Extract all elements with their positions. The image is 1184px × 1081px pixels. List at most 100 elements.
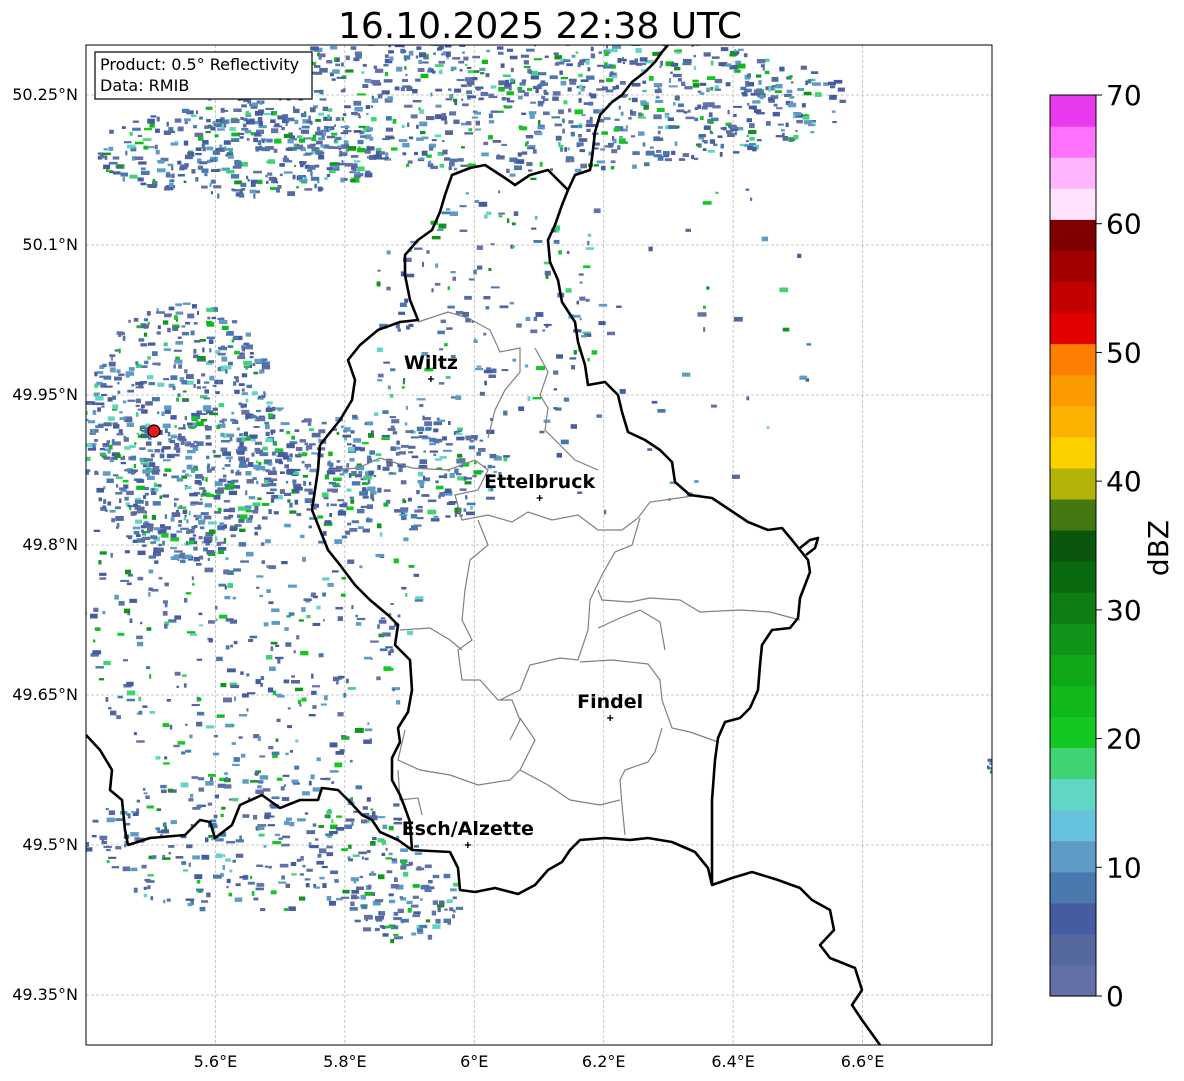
- echo-cell: [386, 286, 391, 291]
- echo-cell: [141, 429, 148, 433]
- echo-cell: [353, 438, 361, 443]
- echo-cell: [273, 148, 278, 153]
- echo-cell: [684, 86, 693, 90]
- echo-cell: [238, 519, 245, 523]
- echo-cell: [287, 468, 294, 473]
- echo-cell: [265, 461, 271, 464]
- echo-cell: [255, 887, 264, 891]
- echo-cell: [199, 487, 206, 490]
- echo-cell: [506, 168, 510, 173]
- echo-cell: [179, 553, 184, 559]
- echo-cell: [208, 638, 213, 643]
- echo-cell: [422, 61, 429, 64]
- echo-cell: [128, 319, 131, 323]
- echo-cell: [727, 109, 730, 115]
- echo-cell: [192, 855, 200, 860]
- echo-cell: [137, 576, 144, 581]
- echo-cell: [241, 373, 248, 378]
- echo-cell: [476, 451, 481, 456]
- echo-cell: [265, 107, 274, 110]
- echo-cell: [498, 110, 504, 113]
- echo-cell: [700, 116, 704, 120]
- echo-cell: [245, 457, 250, 462]
- echo-cell: [329, 742, 338, 748]
- echo-cell: [534, 216, 538, 220]
- echo-cell: [309, 107, 316, 113]
- echo-cell: [102, 505, 107, 509]
- echo-cell: [168, 306, 175, 311]
- echo-cell: [578, 138, 588, 142]
- echo-cell: [370, 808, 374, 811]
- echo-cell: [250, 780, 259, 783]
- echo-cell: [170, 820, 177, 825]
- echo-cell: [585, 124, 594, 128]
- echo-cell: [120, 456, 125, 461]
- echo-cell: [445, 515, 451, 518]
- echo-cell: [236, 524, 242, 527]
- echo-cell: [381, 852, 386, 856]
- echo-cell: [103, 422, 112, 427]
- echo-cell: [720, 47, 729, 52]
- echo-cell: [517, 86, 523, 91]
- echo-cell: [498, 215, 503, 218]
- echo-cell: [318, 154, 325, 160]
- echo-cell: [257, 826, 265, 831]
- echo-cell: [370, 871, 375, 876]
- echo-cell: [839, 99, 846, 103]
- echo-cell: [146, 805, 154, 809]
- echo-cell: [165, 174, 172, 178]
- echo-cell: [136, 412, 139, 417]
- echo-cell: [667, 117, 674, 121]
- echo-cell: [379, 648, 388, 652]
- echo-cell: [126, 582, 132, 586]
- echo-cell: [473, 470, 482, 475]
- echo-cell: [309, 428, 315, 432]
- echo-cell: [268, 159, 276, 164]
- echo-cell: [560, 439, 569, 445]
- echo-cell: [186, 844, 193, 849]
- echo-cell: [249, 352, 254, 355]
- echo-cell: [674, 95, 680, 101]
- echo-cell: [544, 55, 549, 58]
- echo-cell: [124, 496, 129, 501]
- echo-cell: [283, 679, 290, 684]
- echo-cell: [396, 66, 403, 72]
- echo-cell: [445, 130, 453, 135]
- echo-cell: [340, 89, 345, 93]
- echo-cell: [202, 386, 207, 389]
- echo-cell: [702, 102, 712, 107]
- echo-cell: [574, 109, 583, 115]
- echo-cell: [229, 869, 233, 873]
- echo-cell: [191, 469, 196, 473]
- echo-cell: [651, 400, 658, 404]
- echo-cell: [158, 576, 163, 580]
- echo-cell: [201, 185, 208, 189]
- echo-cell: [307, 422, 312, 426]
- echo-cell: [216, 492, 221, 495]
- echo-cell: [259, 755, 266, 758]
- echo-cell: [97, 152, 103, 155]
- echo-cell: [203, 381, 210, 384]
- lon-tick-label: 5.6°E: [194, 1052, 238, 1071]
- echo-cell: [168, 127, 174, 131]
- echo-cell: [295, 739, 299, 743]
- echo-cell: [489, 453, 497, 459]
- echo-cell: [335, 751, 345, 755]
- echo-cell: [215, 853, 223, 859]
- echo-cell: [408, 861, 413, 866]
- info-box: Product: 0.5° Reflectivity Data: RMIB: [94, 51, 313, 100]
- echo-cell: [162, 857, 171, 860]
- echo-cell: [425, 116, 435, 121]
- echo-cell: [284, 820, 290, 826]
- echo-cell: [431, 910, 437, 916]
- echo-cell: [155, 827, 160, 830]
- colorbar-segment: [1050, 561, 1096, 593]
- echo-cell: [218, 147, 225, 152]
- echo-cell: [261, 147, 271, 152]
- echo-cell: [317, 853, 322, 858]
- echo-cell: [490, 85, 497, 89]
- lon-tick-label: 5.8°E: [323, 1052, 367, 1071]
- echo-cell: [507, 218, 510, 224]
- echo-cell: [164, 187, 171, 191]
- echo-cell: [157, 441, 162, 446]
